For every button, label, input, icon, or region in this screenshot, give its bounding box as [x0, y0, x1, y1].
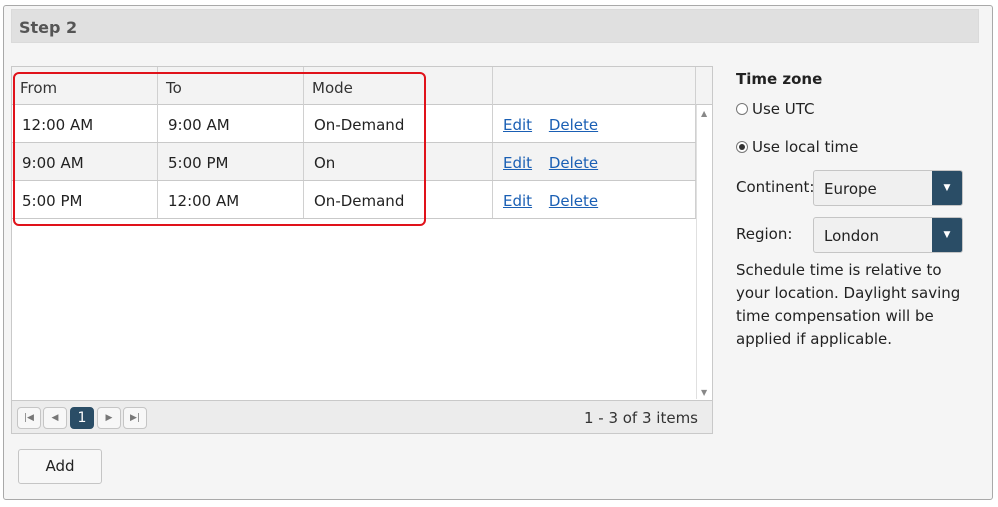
region-label: Region: [736, 225, 793, 243]
edit-link[interactable]: Edit [503, 154, 532, 172]
cell-actions: Edit Delete [493, 143, 696, 180]
delete-link[interactable]: Delete [549, 192, 598, 210]
column-header-actions [493, 67, 696, 105]
chevron-down-icon[interactable]: ▼ [932, 171, 962, 205]
pager-info: 1 - 3 of 3 items [583, 409, 698, 427]
last-page-button[interactable]: ▶| [123, 407, 147, 429]
table-row[interactable]: 12:00 AM 9:00 AM On-Demand Edit Delete [12, 105, 696, 143]
use-utc-label: Use UTC [752, 100, 815, 118]
cell-actions: Edit Delete [493, 105, 696, 142]
local-time-radio[interactable] [736, 141, 748, 153]
cell-mode: On-Demand [304, 181, 493, 218]
region-select[interactable]: London ▼ [813, 217, 963, 253]
delete-link[interactable]: Delete [549, 116, 598, 134]
table-row[interactable]: 9:00 AM 5:00 PM On Edit Delete [12, 143, 696, 181]
table-row[interactable]: 5:00 PM 12:00 AM On-Demand Edit Delete [12, 181, 696, 219]
previous-page-icon: ◀ [51, 413, 59, 423]
grid-body: 12:00 AM 9:00 AM On-Demand Edit Delete 9… [12, 105, 696, 220]
cell-to: 12:00 AM [158, 181, 304, 218]
utc-radio[interactable] [736, 103, 748, 115]
grid-header: From To Mode [12, 67, 712, 105]
cell-from: 5:00 PM [12, 181, 158, 218]
edit-link[interactable]: Edit [503, 116, 532, 134]
edit-link[interactable]: Edit [503, 192, 532, 210]
column-header-to[interactable]: To [158, 67, 304, 105]
vertical-scrollbar[interactable]: ▲ ▼ [696, 105, 712, 399]
scroll-down-icon[interactable]: ▼ [701, 388, 707, 397]
next-page-icon: ▶ [105, 413, 113, 423]
current-page-button[interactable]: 1 [70, 407, 94, 429]
schedule-grid: From To Mode 12:00 AM 9:00 AM On-Demand … [11, 66, 713, 434]
last-page-icon: ▶| [130, 413, 140, 423]
cell-to: 5:00 PM [158, 143, 304, 180]
timezone-note: Schedule time is relative to your locati… [736, 261, 961, 348]
cell-from: 9:00 AM [12, 143, 158, 180]
use-utc-option[interactable]: Use UTC [736, 100, 815, 118]
cell-from: 12:00 AM [12, 105, 158, 142]
region-value: London [824, 227, 879, 245]
add-button[interactable]: Add [18, 449, 102, 484]
cell-mode: On-Demand [304, 105, 493, 142]
continent-select[interactable]: Europe ▼ [813, 170, 963, 206]
use-local-time-option[interactable]: Use local time [736, 138, 858, 156]
continent-label: Continent: [736, 178, 815, 196]
grid-pager: |◀ ◀ 1 ▶ ▶| 1 - 3 of 3 items [12, 400, 712, 433]
step-header: Step 2 [11, 9, 979, 43]
column-header-from[interactable]: From [12, 67, 158, 105]
cell-actions: Edit Delete [493, 181, 696, 218]
first-page-icon: |◀ [24, 413, 34, 423]
first-page-button[interactable]: |◀ [17, 407, 41, 429]
use-local-time-label: Use local time [752, 138, 859, 156]
timezone-title: Time zone [736, 70, 823, 88]
previous-page-button[interactable]: ◀ [43, 407, 67, 429]
cell-to: 9:00 AM [158, 105, 304, 142]
column-header-mode[interactable]: Mode [304, 67, 493, 105]
scroll-up-icon[interactable]: ▲ [701, 109, 707, 118]
continent-value: Europe [824, 180, 877, 198]
next-page-button[interactable]: ▶ [97, 407, 121, 429]
chevron-down-icon[interactable]: ▼ [932, 218, 962, 252]
delete-link[interactable]: Delete [549, 154, 598, 172]
cell-mode: On [304, 143, 493, 180]
